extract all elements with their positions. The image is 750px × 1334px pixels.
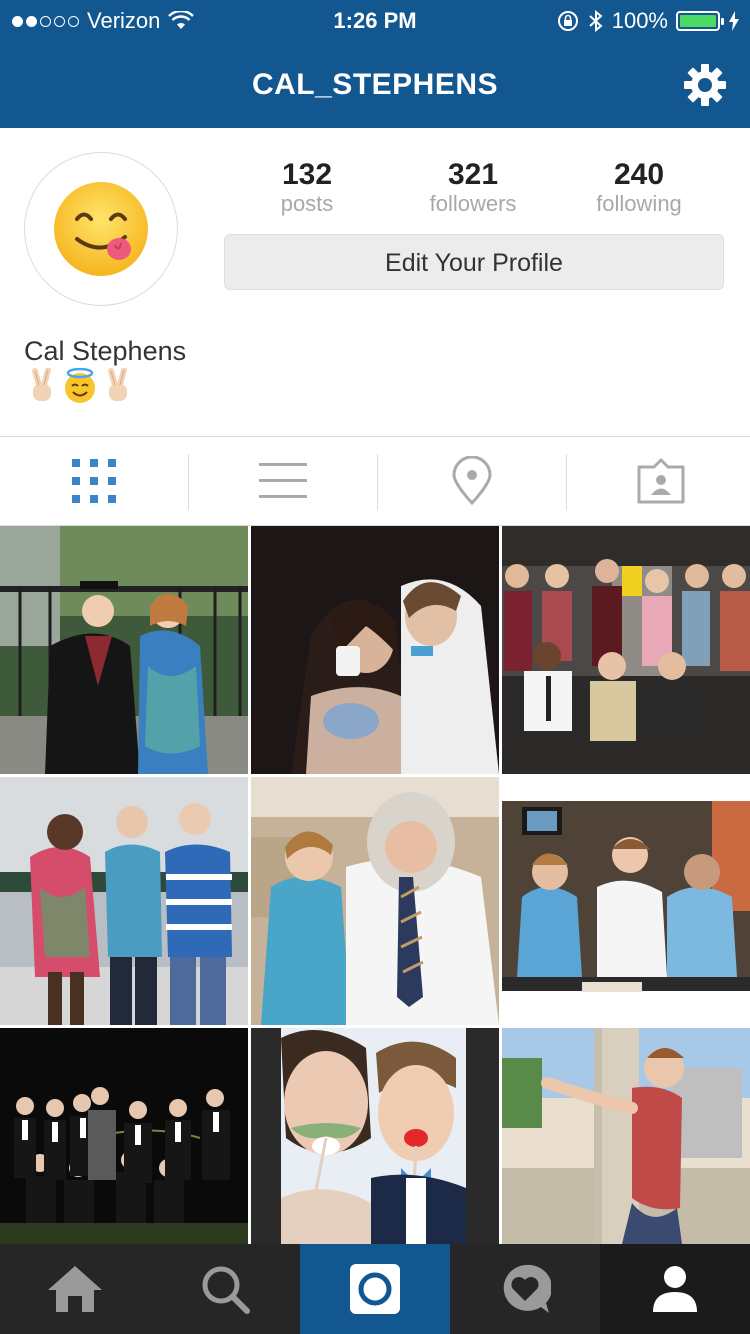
- top-bar: Verizon 1:26 PM 100% CAL_STEPHENS: [0, 0, 750, 128]
- profile-stats: 132 posts 321 followers 240 following: [224, 160, 724, 220]
- profile-view-tabs: [0, 436, 750, 526]
- status-right: 100%: [556, 8, 740, 34]
- grid-icon: [71, 459, 116, 503]
- edit-profile-button[interactable]: Edit Your Profile: [224, 234, 724, 290]
- tab-grid-view[interactable]: [0, 437, 187, 525]
- tab-list-view[interactable]: [189, 437, 376, 525]
- tagged-photos-icon: [637, 458, 684, 504]
- bottom-nav-bar: [0, 1244, 750, 1334]
- list-icon: [258, 463, 307, 498]
- followers-count: 321: [447, 158, 499, 191]
- smiling-halo-emoji-icon: [65, 368, 95, 403]
- photo-thumbnail-graduation[interactable]: [0, 526, 248, 774]
- tab-location-view[interactable]: [378, 437, 565, 525]
- followers-stat[interactable]: 321 followers: [390, 160, 556, 218]
- posts-stat[interactable]: 132 posts: [224, 160, 390, 218]
- bluetooth-icon: [589, 9, 603, 33]
- photo-thumbnail-group-friends[interactable]: [502, 526, 750, 774]
- followers-label: followers: [429, 191, 517, 216]
- nav-search[interactable]: [150, 1244, 300, 1334]
- nav-home[interactable]: [0, 1244, 150, 1334]
- tab-tagged-view[interactable]: [567, 437, 750, 525]
- profile-full-name: Cal Stephens: [24, 336, 187, 366]
- search-icon: [202, 1266, 250, 1314]
- photo-grid: [0, 526, 750, 1244]
- photo-thumbnail-three-friends[interactable]: [0, 777, 248, 1025]
- photo-thumbnail-photobooth[interactable]: [251, 1028, 499, 1276]
- yum-emoji-icon: [54, 182, 148, 276]
- activity-heart-icon: [503, 1264, 551, 1313]
- nav-activity[interactable]: [450, 1244, 600, 1334]
- following-label: following: [596, 191, 682, 216]
- location-pin-icon: [451, 456, 492, 506]
- nav-profile[interactable]: [600, 1244, 750, 1334]
- charging-icon: [729, 11, 739, 31]
- profile-icon: [653, 1266, 697, 1312]
- nav-camera[interactable]: [300, 1244, 450, 1334]
- avatar[interactable]: [24, 152, 178, 306]
- profile-bio: [26, 368, 134, 404]
- camera-icon: [350, 1264, 400, 1314]
- home-icon: [48, 1266, 102, 1312]
- following-count: 240: [613, 158, 665, 191]
- following-stat[interactable]: 240 following: [556, 160, 722, 218]
- battery-percent: 100%: [611, 8, 668, 33]
- profile-username: CAL_STEPHENS: [251, 68, 499, 101]
- photo-thumbnail-pole-hug[interactable]: [502, 1028, 750, 1276]
- posts-label: posts: [280, 191, 334, 216]
- status-bar: Verizon 1:26 PM 100%: [0, 0, 750, 40]
- photo-thumbnail-prom-couple[interactable]: [251, 526, 499, 774]
- gear-icon[interactable]: [682, 62, 728, 108]
- photo-thumbnail-tuxedo-group[interactable]: [0, 1028, 248, 1276]
- rotation-lock-icon: [557, 11, 578, 31]
- posts-count: 132: [281, 158, 333, 191]
- victory-hand-emoji-icon: [32, 368, 51, 401]
- photo-thumbnail-teacher[interactable]: [251, 777, 499, 1025]
- photo-thumbnail-broadcast-studio[interactable]: [502, 777, 750, 1025]
- battery-icon: [676, 11, 724, 31]
- victory-hand-emoji-icon-2: [108, 368, 127, 401]
